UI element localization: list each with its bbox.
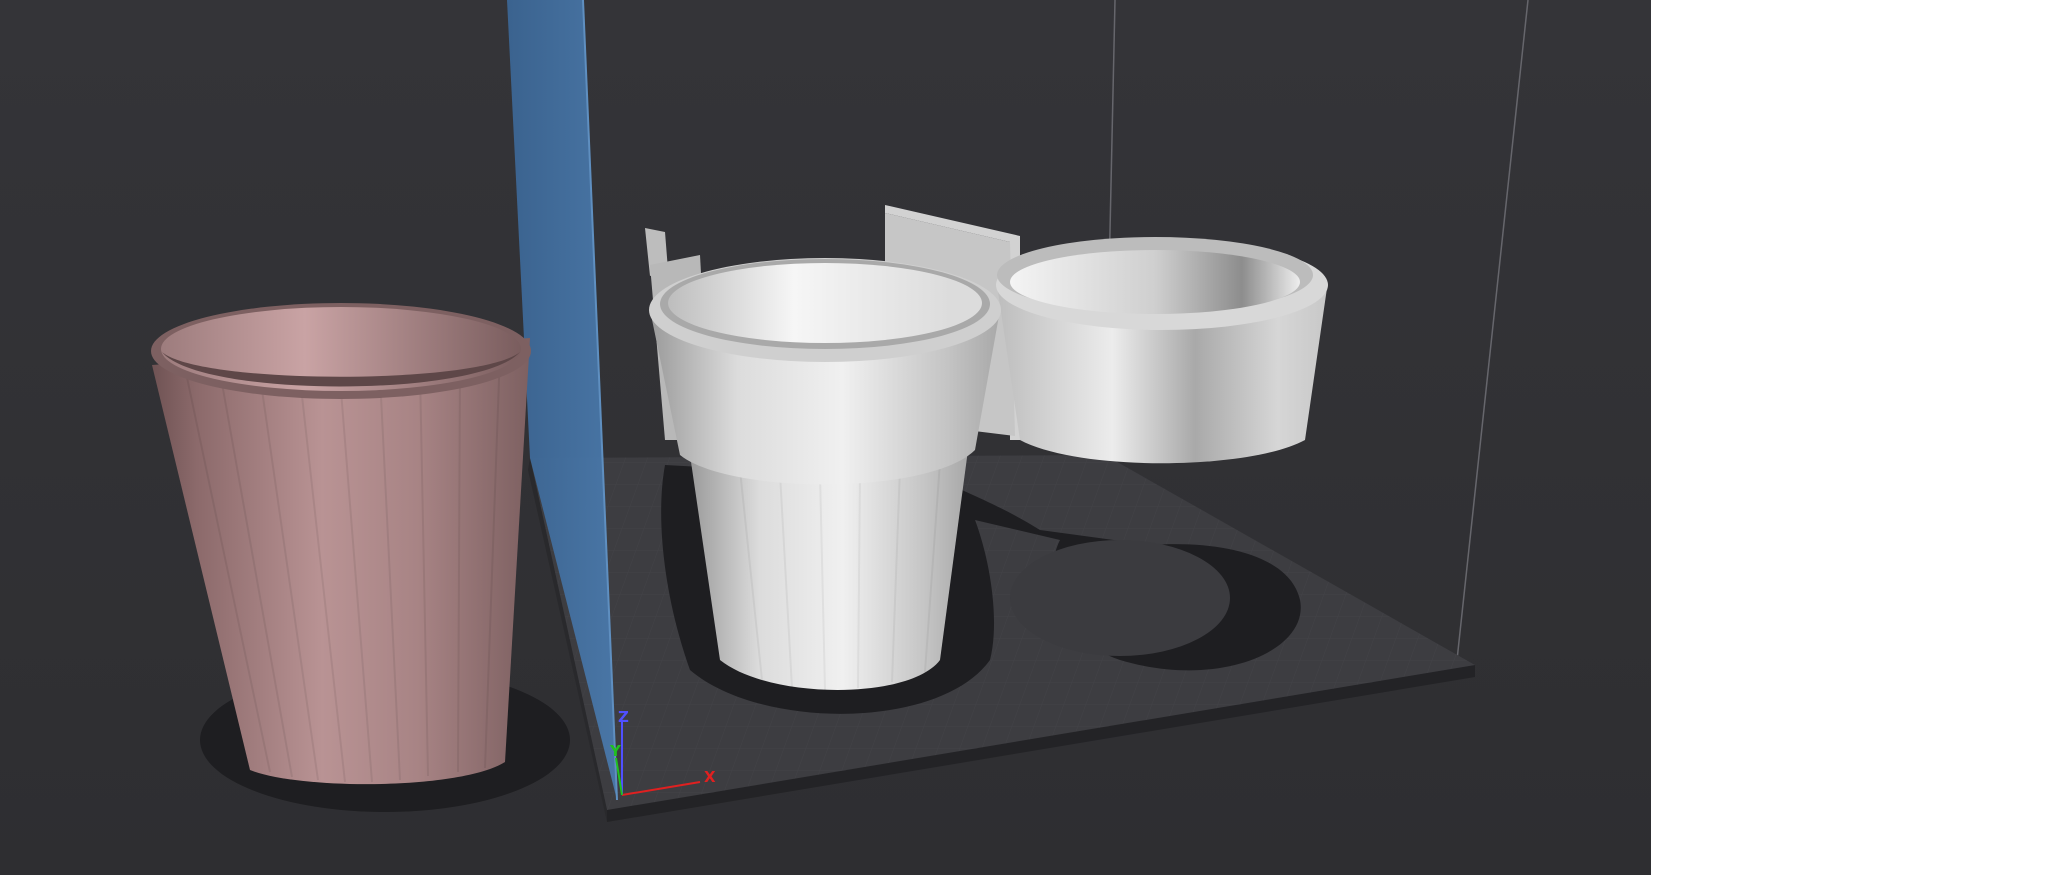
axis-y-label: Y <box>609 742 622 760</box>
axis-z-label: Z <box>618 708 629 726</box>
holder-cup-left[interactable] <box>649 258 1001 485</box>
holder-cup-left-base[interactable] <box>690 450 968 691</box>
holder-cup-right[interactable] <box>996 237 1328 464</box>
3d-viewport[interactable]: X Z Y <box>0 0 1651 875</box>
blank-side-panel <box>1651 0 2064 875</box>
axis-x-label: X <box>704 768 716 786</box>
scene-canvas[interactable]: X Z Y <box>0 0 1651 875</box>
right-ring-shadow-hole <box>1010 540 1230 656</box>
